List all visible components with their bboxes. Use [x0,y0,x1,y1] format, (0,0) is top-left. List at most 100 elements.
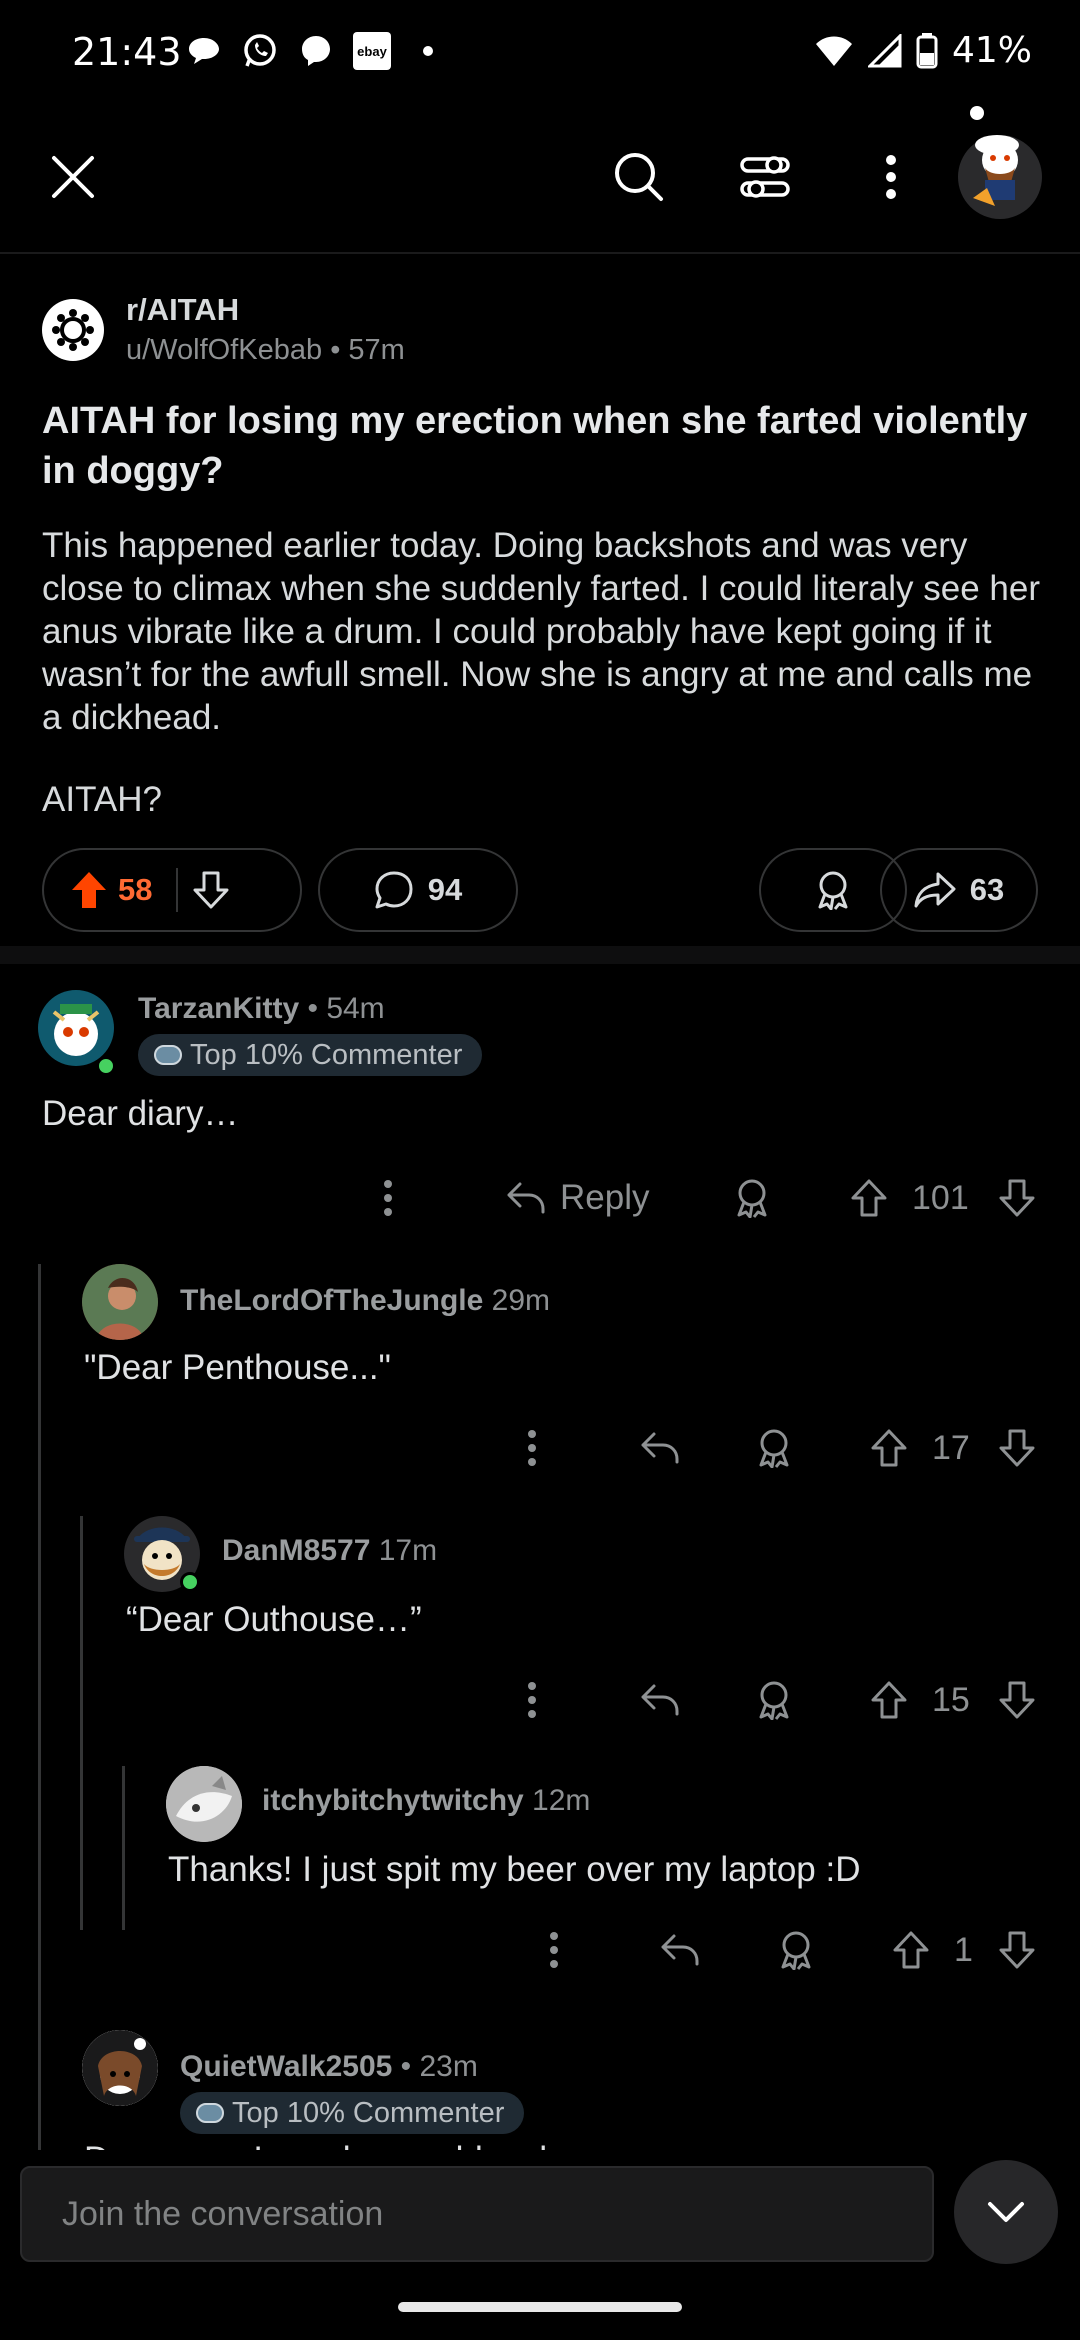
comment-upvote-button[interactable] [850,1168,888,1228]
notification-icons: ebay [185,32,447,70]
comment-vote-count: 15 [932,1680,970,1719]
post-vote-count: 58 [118,872,153,907]
post-meta: r/AITAH u/WolfOfKebab • 57m [126,292,405,367]
comment-text: Dear diary… [42,1094,239,1133]
battery-icon [916,32,938,68]
close-icon [52,156,94,198]
upvote-icon [893,1931,929,1969]
home-indicator[interactable] [398,2302,682,2312]
comment-count: 94 [427,872,463,907]
comment-more-button[interactable] [382,1168,394,1228]
comment-vote-count: 17 [932,1428,970,1467]
reply-button[interactable] [640,1418,680,1478]
messenger-icon [297,32,335,70]
comment-author[interactable]: itchybitchytwitchy 12m [262,1784,590,1818]
upvote-icon[interactable] [70,870,108,910]
comment-time: • 23m [392,2050,478,2083]
award-icon [781,1931,811,1970]
flair-badge-icon [196,2103,224,2123]
comments-list: TarzanKitty • 54m Top 10% Commenter Dear… [0,964,1080,2150]
post-body: This happened earlier today. Doing backs… [42,526,1041,737]
reply-button[interactable] [640,1670,680,1730]
subreddit-avatar[interactable] [42,298,104,361]
vote-control: 58 [42,848,302,932]
comment-vote-count: 1 [954,1930,973,1969]
post-author-time[interactable]: u/WolfOfKebab • 57m [126,334,405,367]
comment-text: "Dear Penthouse..." [84,1348,391,1387]
share-button[interactable]: 63 [880,848,1038,932]
avatar[interactable] [82,1264,158,1340]
more-vertical-icon [384,1180,392,1216]
more-vertical-icon [550,1932,558,1968]
upvote-icon [871,1681,907,1719]
avatar[interactable] [166,1766,242,1842]
comment-downvote-button[interactable] [998,1418,1036,1478]
comment: itchybitchytwitchy 12m Thanks! I just sp… [0,1766,1080,1986]
comment-actions: 17 [0,1418,1080,1478]
comment-time: 12m [523,1784,591,1817]
comment-more-button[interactable] [548,1920,560,1980]
subreddit-name[interactable]: r/AITAH [126,292,405,328]
search-button[interactable] [594,132,684,222]
comment-award-button[interactable] [734,1168,770,1228]
award-icon [737,1179,767,1218]
comment-downvote-button[interactable] [998,1168,1036,1228]
comment-downvote-button[interactable] [998,1670,1036,1730]
downvote-icon [999,1429,1035,1467]
reply-button[interactable] [660,1920,700,1980]
comment-actions: Reply 101 [0,1168,1080,1228]
comment-vote-count: 101 [912,1178,969,1217]
profile-avatar-button[interactable] [950,100,1050,220]
comment-author[interactable]: TheLordOfTheJungle 29m [180,1284,550,1318]
snoo-avatar-icon [82,2030,158,2106]
comment-author[interactable]: TarzanKitty • 54m [138,992,385,1026]
reply-button[interactable]: Reply [506,1168,649,1228]
post-toolbar [0,100,1080,254]
comment: TheLordOfTheJungle 29m "Dear Penthouse..… [0,1264,1080,1484]
more-vertical-icon [528,1430,536,1466]
user-flair: Top 10% Commenter [138,1034,483,1076]
next-comment-button[interactable] [954,2160,1058,2264]
user-flair: Top 10% Commenter [180,2092,525,2134]
comment-award-button[interactable] [778,1920,814,1980]
comment-author[interactable]: DanM8577 17m [222,1534,437,1568]
snoo-avatar-icon [52,1004,100,1056]
profile-photo-icon [82,1264,158,1340]
sort-filter-button[interactable] [720,132,810,222]
wifi-icon [815,36,852,66]
search-icon [615,153,663,201]
more-options-button[interactable] [846,132,936,222]
battery-percent: 41% [951,30,1032,71]
downvote-icon [999,1681,1035,1719]
comment-more-button[interactable] [526,1418,538,1478]
bottom-bar [0,2150,1080,2340]
sliders-icon [740,156,790,198]
award-icon [759,1681,789,1720]
avatar[interactable] [82,2030,158,2106]
avatar[interactable] [38,990,114,1066]
comment-author[interactable]: QuietWalk2505 • 23m [180,2050,478,2084]
comment-more-button[interactable] [526,1670,538,1730]
reply-arrow-icon [661,1934,699,1966]
upvote-icon [871,1429,907,1467]
reply-arrow-icon [641,1684,679,1716]
comment-upvote-button[interactable] [870,1418,908,1478]
comment-upvote-button[interactable] [892,1920,930,1980]
close-button[interactable] [28,132,118,222]
status-bar: 21:43 ebay 41% [0,0,1080,100]
comment-upvote-button[interactable] [870,1670,908,1730]
comment: DanM8577 17m “Dear Outhouse…” 15 [0,1516,1080,1736]
subreddit-emblem-icon [52,308,94,351]
more-vertical-icon [886,155,896,199]
status-time: 21:43 [72,30,182,74]
more-vertical-icon [528,1682,536,1718]
comment-time: 17m [370,1534,438,1567]
downvote-icon[interactable] [192,870,230,910]
post-actions: 58 94 63 [42,848,1038,932]
comment-award-button[interactable] [756,1418,792,1478]
join-conversation-input[interactable] [20,2166,934,2262]
comment-award-button[interactable] [756,1670,792,1730]
downvote-icon [999,1179,1035,1217]
comment-downvote-button[interactable] [998,1920,1036,1980]
comments-button[interactable]: 94 [318,848,518,932]
